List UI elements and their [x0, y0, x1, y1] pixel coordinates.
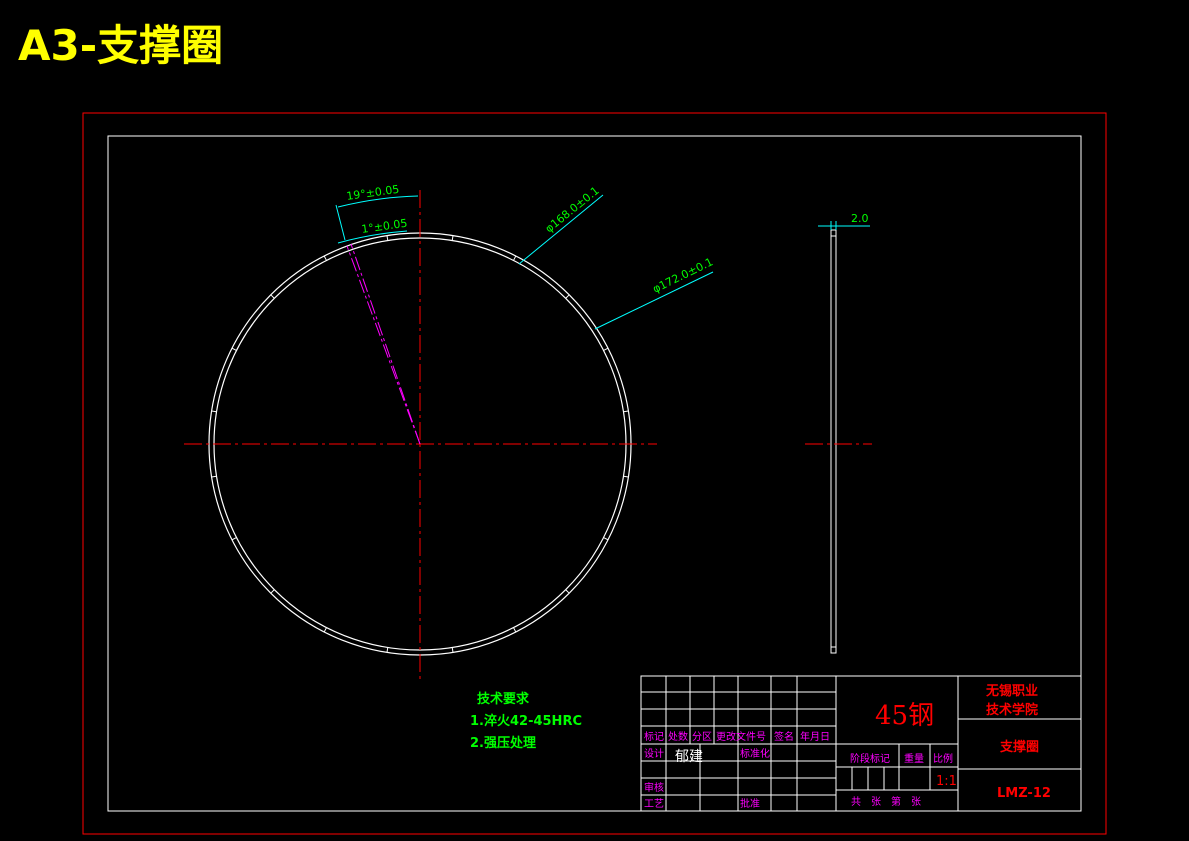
label-review: 审核: [644, 781, 664, 794]
tech-req-item-1: 1.淬火42-45HRC: [470, 713, 582, 729]
label-mark: 标记: [644, 731, 664, 743]
outer-frame: [82, 112, 1107, 835]
label-date: 年月日: [800, 730, 830, 743]
label-design: 设计: [644, 747, 664, 760]
label-standardize: 标准化: [740, 747, 770, 760]
label-process: 工艺: [644, 798, 664, 810]
label-weight: 重量: [904, 752, 924, 765]
dimension-outer-diameter: φ172.0±0.1: [594, 255, 715, 330]
ring-segment-tick: [211, 475, 217, 478]
ring-segment-tick: [323, 627, 327, 633]
label-stage-mark: 阶段标记: [850, 752, 890, 765]
tech-req-heading: 技术要求: [477, 691, 530, 707]
ring-segment-tick: [270, 589, 275, 594]
label-change-doc: 更改文件号: [716, 730, 766, 743]
technical-requirements: 技术要求 1.淬火42-45HRC 2.强压处理: [470, 691, 582, 751]
ring-segment-tick: [513, 255, 517, 261]
ring-segment-tick: [451, 647, 454, 653]
tech-req-item-2: 2.强压处理: [470, 735, 536, 751]
ring-segment-tick: [386, 647, 389, 653]
side-view-profile: [830, 229, 837, 654]
angle-line-19: [350, 243, 421, 445]
part-name: 支撑圈: [999, 739, 1039, 755]
ring-segment-tick: [231, 537, 237, 541]
ring-segment-tick: [513, 627, 517, 633]
label-ratio: 比例: [933, 752, 953, 765]
designer-name: 郁建: [675, 749, 703, 765]
label-zone: 分区: [692, 731, 712, 743]
drawing-number: LMZ-12: [997, 786, 1051, 801]
title-block-labels: 标记 处数 分区 更改文件号 签名 年月日 设计 郁建 标准化 审核 工艺 批准…: [644, 683, 1051, 810]
scale-text: 1:1: [936, 774, 957, 789]
ring-segment-tick: [623, 475, 629, 478]
ring-segment-tick: [565, 589, 570, 594]
ring-front-view: [184, 190, 657, 682]
school-line-1: 无锡职业: [985, 683, 1038, 699]
label-sheets: 共 张 第 张: [851, 795, 921, 808]
ring-segment-tick: [386, 235, 389, 241]
ring-segment-tick: [270, 294, 275, 299]
dimension-inner-diameter: φ168.0±0.1: [518, 184, 604, 265]
label-count: 处数: [668, 730, 688, 743]
ring-segment-tick: [451, 235, 454, 241]
ring-segment-tick: [565, 294, 570, 299]
dim-inner-dia-text: φ168.0±0.1: [543, 184, 602, 235]
ring-segment-tick: [323, 255, 327, 261]
material-text: 45钢: [875, 701, 934, 731]
ring-segment-tick: [623, 410, 629, 413]
ring-segment-tick: [603, 347, 609, 351]
school-line-2: 技术学院: [986, 702, 1038, 718]
label-approve: 批准: [740, 797, 760, 810]
ring-segment-tick: [211, 410, 217, 413]
sheet-title: A3-支撑圈: [18, 21, 223, 70]
cad-drawing: A3-支撑圈 19°±0.05 1°±0.05 φ168.0±0.1 φ172.…: [18, 21, 1107, 835]
angle-line-20: [346, 245, 421, 445]
label-sign: 签名: [774, 730, 794, 743]
dim-thickness-text: 2.0: [851, 212, 869, 225]
inner-frame: [107, 135, 1082, 812]
ring-side-view: 2.0: [805, 212, 872, 654]
ring-segment-tick: [603, 537, 609, 541]
ring-segment-tick: [231, 347, 237, 351]
